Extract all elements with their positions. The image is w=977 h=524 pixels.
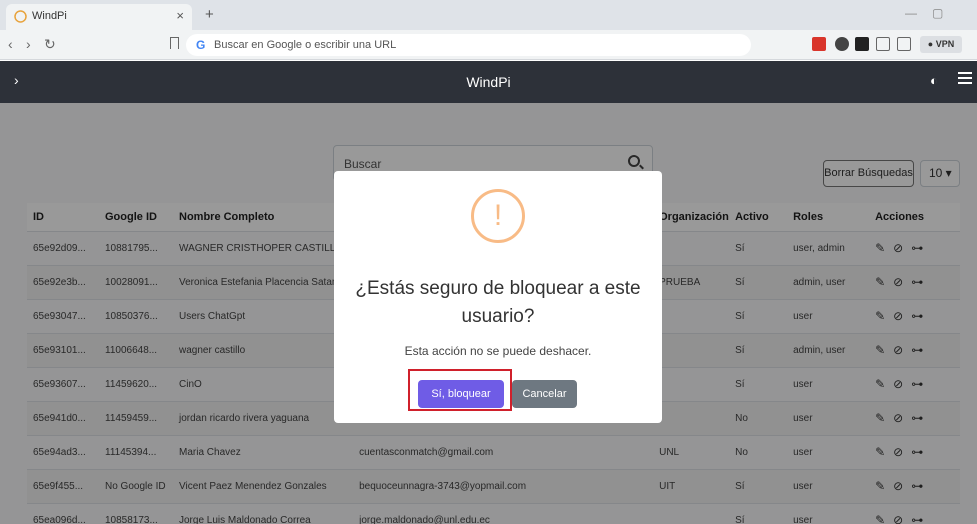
dialog-title: ¿Estás seguro de bloquear a este usuario… (355, 278, 641, 327)
browser-tab[interactable]: WindPi × (6, 4, 192, 30)
app-header: › WindPi ◐ (0, 61, 977, 103)
windpi-favicon-icon (14, 10, 27, 23)
google-icon: G (196, 38, 206, 52)
browser-tab-bar: WindPi × + — ▢ (0, 0, 977, 30)
extension-puzzle-icon[interactable] (876, 37, 890, 51)
cancel-button[interactable]: Cancelar (512, 380, 577, 408)
extension-dark-icon[interactable] (855, 37, 869, 51)
extension-red-icon[interactable] (812, 37, 826, 51)
minimize-icon[interactable]: — (905, 6, 917, 20)
theme-toggle-icon[interactable]: ◐ (930, 73, 938, 88)
maximize-icon[interactable]: ▢ (932, 6, 943, 20)
confirm-block-dialog: ! ¿Estás seguro de bloquear a este usuar… (334, 171, 662, 423)
reload-icon[interactable]: ↻ (44, 36, 56, 53)
url-input[interactable]: G Buscar en Google o escribir una URL (186, 34, 751, 56)
new-tab-icon[interactable]: + (205, 6, 214, 23)
extension-c-icon[interactable] (835, 37, 849, 51)
hamburger-menu-icon[interactable] (958, 72, 972, 84)
sidebar-panel-icon[interactable] (897, 37, 911, 51)
warning-icon: ! (471, 189, 525, 243)
forward-icon[interactable]: › (26, 36, 31, 52)
confirm-block-button[interactable]: Sí, bloquear (418, 380, 504, 408)
tab-title: WindPi (32, 10, 67, 22)
tab-close-icon[interactable]: × (176, 8, 184, 23)
bookmark-icon[interactable] (170, 37, 179, 49)
dialog-text: Esta acción no se puede deshacer. (404, 344, 592, 358)
app-title: WindPi (466, 74, 511, 90)
url-placeholder: Buscar en Google o escribir una URL (214, 39, 397, 51)
back-icon[interactable]: ‹ (8, 36, 13, 52)
address-bar: ‹ › ↻ G Buscar en Google o escribir una … (0, 30, 977, 60)
vpn-button[interactable]: ● VPN (920, 36, 962, 53)
